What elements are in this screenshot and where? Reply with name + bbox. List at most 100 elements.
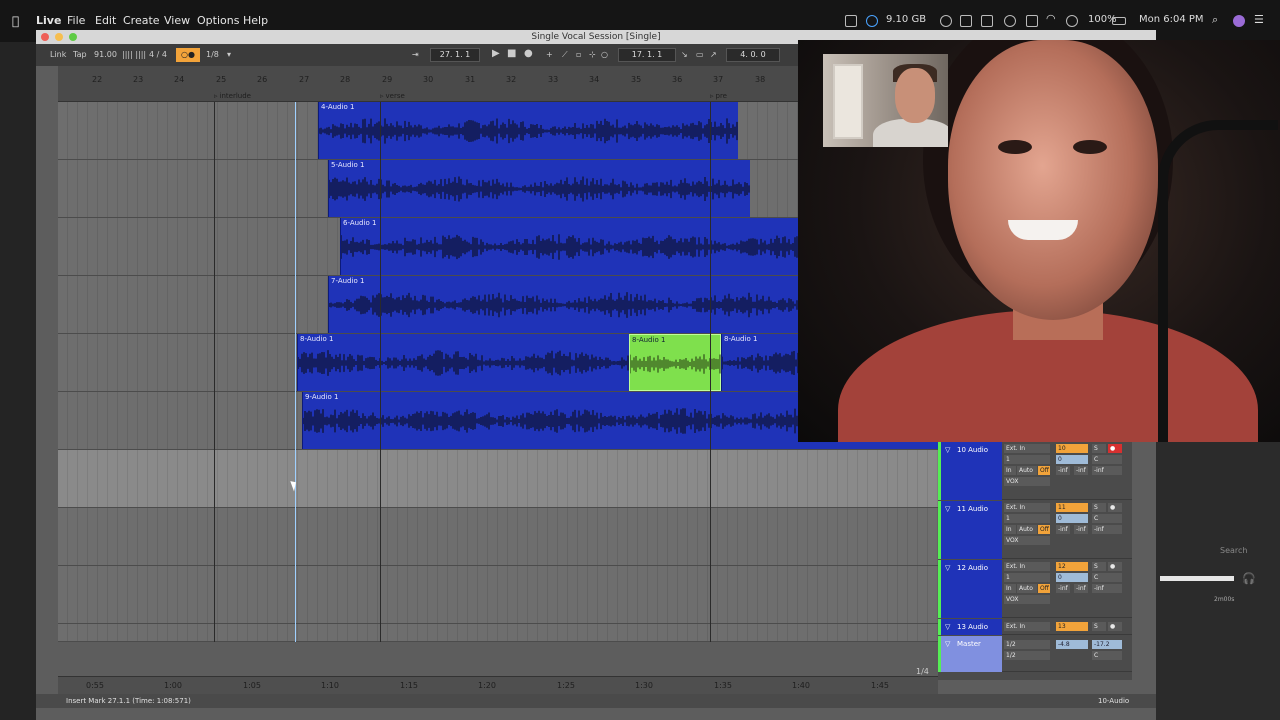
master-volume-field[interactable]: -4.8 (1056, 640, 1088, 649)
mixer-track-10[interactable]: 10 Audio Ext. In 1 In Auto Off VOX 10 S … (938, 442, 1132, 500)
monitor-in-button[interactable]: In (1004, 584, 1016, 593)
arm-button[interactable]: ● (1108, 503, 1122, 512)
time-machine-icon[interactable] (1004, 15, 1016, 27)
volume-field[interactable]: 0 (1056, 514, 1088, 523)
mixer-track-11[interactable]: 11 Audio Ext. In 1 In Auto Off VOX 11 S … (938, 501, 1132, 559)
mixer-track-12[interactable]: 12 Audio Ext. In 1 In Auto Off VOX 12 S … (938, 560, 1132, 618)
input-channel-menu[interactable]: 1 (1004, 514, 1050, 523)
menu-live[interactable]: Live (36, 14, 61, 27)
track-name-12[interactable]: 12 Audio (938, 560, 1002, 618)
punch-out-icon[interactable]: ↗ (710, 50, 717, 59)
track-name-10[interactable]: 10 Audio (938, 442, 1002, 500)
track-lane[interactable] (58, 508, 938, 566)
input-type-menu[interactable]: Ext. In (1004, 562, 1050, 571)
zoom-window-button[interactable] (69, 33, 77, 41)
solo-button[interactable]: S (1092, 444, 1106, 453)
monitor-in-button[interactable]: In (1004, 525, 1016, 534)
audio-clip[interactable]: 4-Audio 1 (318, 102, 738, 159)
menu-file[interactable]: File (67, 14, 85, 27)
time-signature-field[interactable]: 4 / 4 (149, 50, 167, 59)
spotlight-search-icon[interactable]: ⌕ (1212, 13, 1218, 27)
solo-button[interactable]: S (1092, 622, 1106, 631)
selected-audio-clip[interactable]: 8-Audio 1 (629, 334, 721, 391)
solo-button[interactable]: S (1092, 562, 1106, 571)
clock[interactable]: Mon 6:04 PM (1139, 14, 1204, 25)
bluetooth-icon[interactable] (1026, 15, 1038, 27)
battery-icon[interactable] (1112, 17, 1126, 25)
overdub-icon[interactable]: + (546, 50, 553, 59)
tap-tempo-button[interactable]: Tap (73, 50, 87, 59)
monitor-off-button[interactable]: Off (1038, 466, 1050, 475)
follow-icon[interactable]: ⇥ (412, 50, 419, 59)
monitor-off-button[interactable]: Off (1038, 584, 1050, 593)
menu-options[interactable]: Options (197, 14, 239, 27)
input-type-menu[interactable]: Ext. In (1004, 444, 1050, 453)
screen-record-icon[interactable] (845, 15, 857, 27)
capture-midi-icon[interactable]: ⊹ (589, 50, 596, 59)
pan-field[interactable]: C (1092, 514, 1122, 523)
monitor-auto-button[interactable]: Auto (1017, 525, 1037, 534)
locator-pre[interactable]: pre (710, 92, 727, 100)
track-name-13[interactable]: 13 Audio (938, 619, 1002, 635)
track-activator[interactable]: 13 (1056, 622, 1088, 631)
output-menu[interactable]: VOX (1004, 536, 1050, 545)
input-type-menu[interactable]: Ext. In (1004, 503, 1050, 512)
dropbox-icon[interactable] (866, 15, 878, 27)
session-record-icon[interactable]: ○ (601, 50, 608, 59)
output-menu[interactable]: VOX (1004, 477, 1050, 486)
airplay-icon[interactable] (981, 15, 993, 27)
locator-interlude[interactable]: interlude (214, 92, 251, 100)
arm-button[interactable]: ● (1108, 622, 1122, 631)
monitor-auto-button[interactable]: Auto (1017, 584, 1037, 593)
apple-icon[interactable]:  (12, 14, 19, 28)
loop-length-field[interactable]: 4. 0. 0 (726, 48, 780, 62)
menu-edit[interactable]: Edit (95, 14, 116, 27)
menu-help[interactable]: Help (243, 14, 268, 27)
time-ruler[interactable]: 0:55 1:00 1:05 1:10 1:15 1:20 1:25 1:30 … (58, 676, 938, 694)
volume-icon[interactable] (1066, 15, 1078, 27)
punch-in-icon[interactable]: ↘ (681, 50, 688, 59)
tempo-field[interactable]: 91.00 (94, 50, 117, 59)
master-cue-out[interactable]: 1/2 (1004, 640, 1050, 649)
loop-start-field[interactable]: 17. 1. 1 (618, 48, 676, 62)
locator-verse[interactable]: verse (380, 92, 405, 100)
record-button[interactable]: ● (524, 48, 533, 59)
close-window-button[interactable] (41, 33, 49, 41)
track-activator[interactable]: 10 (1056, 444, 1088, 453)
track-activator[interactable]: 12 (1056, 562, 1088, 571)
sync-icon[interactable] (940, 15, 952, 27)
audio-clip[interactable]: 8-Audio 1 (297, 334, 629, 391)
volume-field[interactable]: 0 (1056, 573, 1088, 582)
arm-button[interactable]: ● (1108, 444, 1122, 453)
track-name-11[interactable]: 11 Audio (938, 501, 1002, 559)
automation-arm-icon[interactable]: ⟋ (562, 50, 568, 60)
volume-field[interactable]: 0 (1056, 455, 1088, 464)
quantization-menu[interactable]: 1/8 (206, 50, 219, 59)
headphones-icon[interactable]: 🎧 (1242, 572, 1256, 585)
storage-indicator[interactable]: 9.10 GB (886, 14, 926, 25)
mixer-master[interactable]: Master 1/2 1/2 -4.8 -17.2 C (938, 636, 1132, 672)
mixer-track-13[interactable]: 13 Audio Ext. In 13 S ● (938, 619, 1132, 635)
menu-view[interactable]: View (164, 14, 190, 27)
master-track-name[interactable]: Master (938, 636, 1002, 672)
input-channel-menu[interactable]: 1 (1004, 455, 1050, 464)
monitor-off-button[interactable]: Off (1038, 525, 1050, 534)
pan-field[interactable]: C (1092, 455, 1122, 464)
stop-button[interactable]: ■ (507, 48, 516, 59)
metronome-button[interactable]: ○● (176, 48, 200, 62)
input-type-menu[interactable]: Ext. In (1004, 622, 1050, 631)
monitor-in-button[interactable]: In (1004, 466, 1016, 475)
input-channel-menu[interactable]: 1 (1004, 573, 1050, 582)
solo-button[interactable]: S (1092, 503, 1106, 512)
monitor-auto-button[interactable]: Auto (1017, 466, 1037, 475)
loop-switch-icon[interactable]: ▭ (696, 50, 704, 59)
wifi-icon[interactable]: ◠ (1046, 12, 1056, 25)
audio-clip[interactable]: 5-Audio 1 (328, 160, 750, 217)
track-lane[interactable] (58, 566, 938, 624)
browser-search-field[interactable]: Search (1220, 546, 1247, 555)
pan-field[interactable]: C (1092, 573, 1122, 582)
arrangement-position-field[interactable]: 27. 1. 1 (430, 48, 480, 62)
master-pan-field[interactable]: C (1092, 651, 1122, 660)
re-enable-automation-icon[interactable]: ▫ (576, 50, 581, 59)
nudge-icon[interactable]: |||| |||| (122, 50, 146, 59)
